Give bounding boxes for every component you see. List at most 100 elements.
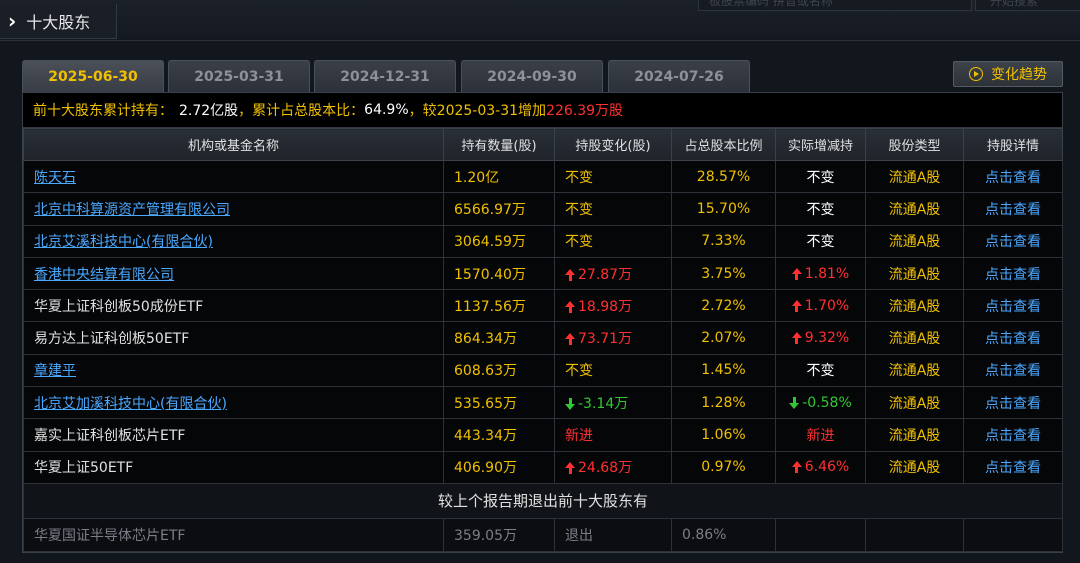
detail-link[interactable]: 点击查看: [963, 256, 1063, 291]
holder-qty: 443.34万: [443, 418, 555, 452]
arrow-up-icon: [791, 332, 802, 345]
table-row: 华夏上证科创板50成份ETF 1137.56万 18.98万 2.72% 1.7…: [23, 289, 1063, 323]
holder-name: 嘉实上证科创板芯片ETF: [23, 418, 444, 452]
col-header-detail[interactable]: 持股详情: [963, 128, 1063, 161]
holder-name[interactable]: 香港中央结算有限公司: [23, 256, 444, 291]
holder-real-change: -0.58%: [775, 386, 866, 420]
holder-name[interactable]: 陈天石: [23, 159, 444, 194]
holder-real-change: 不变: [775, 159, 866, 194]
detail-link[interactable]: 点击查看: [963, 321, 1063, 355]
arrow-down-icon: [789, 396, 800, 409]
arrow-down-icon: [565, 397, 575, 410]
holder-change: 73.71万: [554, 321, 672, 355]
shareholder-table: 机构或基金名称 持有数量(股) 持股变化(股) 占总股本比例 实际增减持 股份类…: [23, 128, 1063, 552]
holder-share-type: 流通A股: [865, 159, 964, 194]
holder-qty: 535.65万: [443, 386, 555, 420]
holder-ratio: 2.72%: [671, 289, 776, 323]
summary-ratio: 64.9%: [364, 102, 409, 118]
holder-name: 华夏上证科创板50成份ETF: [23, 289, 444, 323]
holder-share-type: 流通A股: [865, 353, 964, 388]
col-header-qty[interactable]: 持有数量(股): [443, 128, 555, 161]
detail-link[interactable]: 点击查看: [963, 192, 1063, 226]
arrow-up-icon: [565, 333, 575, 346]
holder-ratio: 28.57%: [671, 159, 776, 194]
table-row: 陈天石 1.20亿 不变 28.57% 不变 流通A股 点击查看: [23, 159, 1063, 194]
holder-name: 易方达上证科创板50ETF: [23, 321, 444, 355]
holder-name[interactable]: 章建平: [23, 353, 444, 388]
exit-section-title: 较上个报告期退出前十大股东有: [23, 482, 1063, 519]
holder-qty: 3064.59万: [443, 224, 555, 258]
col-header-real-change[interactable]: 实际增减持: [775, 128, 866, 161]
col-header-name[interactable]: 机构或基金名称: [23, 128, 444, 161]
holder-share-type: 流通A股: [865, 386, 964, 420]
holder-real-change: 1.70%: [775, 289, 866, 323]
shareholder-panel: 前十大股东累计持有： 2.72亿股 ，累计占总股本比： 64.9% ，较2025…: [22, 92, 1063, 553]
summary-shares: 2.72亿股: [179, 103, 239, 119]
section-tab[interactable]: › 十大股东: [0, 4, 117, 39]
detail-link[interactable]: 点击查看: [963, 353, 1063, 388]
holder-ratio: 2.07%: [671, 321, 776, 355]
holder-qty: 1570.40万: [443, 256, 555, 291]
holder-real-change: 1.81%: [775, 256, 866, 291]
holder-ratio: 7.33%: [671, 224, 776, 258]
holder-change: 18.98万: [554, 289, 672, 323]
arrow-up-icon: [565, 300, 575, 313]
search-button[interactable]: 开始搜索: [975, 0, 1080, 11]
holder-name[interactable]: 北京中科算源资产管理有限公司: [23, 192, 444, 226]
holder-qty: 1.20亿: [443, 159, 555, 194]
search-input[interactable]: 板股票编码 拼音或名称: [698, 0, 972, 11]
arrow-up-icon: [565, 462, 575, 475]
holder-qty: 6566.97万: [443, 192, 555, 226]
holder-share-type: 流通A股: [865, 289, 964, 323]
holder-ratio: 0.97%: [671, 450, 776, 484]
holder-qty: 1137.56万: [443, 289, 555, 323]
tab-2024-12-31[interactable]: 2024-12-31: [314, 60, 456, 93]
holder-change: 不变: [554, 159, 672, 194]
chevron-right-icon: ›: [8, 9, 17, 33]
holder-name[interactable]: 北京艾加溪科技中心(有限合伙): [23, 386, 444, 420]
detail-link[interactable]: 点击查看: [963, 289, 1063, 323]
exit-empty-cell: [865, 517, 964, 552]
arrow-up-icon: [791, 461, 802, 474]
holder-change: 不变: [554, 224, 672, 258]
holder-ratio: 3.75%: [671, 256, 776, 291]
tab-2024-07-26[interactable]: 2024-07-26: [608, 60, 750, 93]
detail-link[interactable]: 点击查看: [963, 159, 1063, 194]
detail-link[interactable]: 点击查看: [963, 450, 1063, 484]
trend-button-label: 变化趋势: [991, 67, 1047, 83]
holder-real-change: 不变: [775, 353, 866, 388]
col-header-change[interactable]: 持股变化(股): [554, 128, 672, 161]
table-row: 北京中科算源资产管理有限公司 6566.97万 不变 15.70% 不变 流通A…: [23, 192, 1063, 226]
holder-qty: 864.34万: [443, 321, 555, 355]
tab-2025-06-30[interactable]: 2025-06-30: [22, 60, 164, 93]
holder-name[interactable]: 北京艾溪科技中心(有限合伙): [23, 224, 444, 258]
trend-button[interactable]: 变化趋势: [953, 61, 1063, 87]
holder-real-change: 6.46%: [775, 450, 866, 484]
arrow-up-icon: [791, 299, 802, 312]
detail-link[interactable]: 点击查看: [963, 418, 1063, 452]
table-header: 机构或基金名称 持有数量(股) 持股变化(股) 占总股本比例 实际增减持 股份类…: [23, 128, 1063, 161]
holder-ratio: 1.06%: [671, 418, 776, 452]
exit-holder-qty: 359.05万: [443, 517, 555, 552]
table-row: 易方达上证科创板50ETF 864.34万 73.71万 2.07% 9.32%…: [23, 321, 1063, 355]
exit-holder-change: 退出: [554, 517, 672, 552]
holder-share-type: 流通A股: [865, 192, 964, 226]
summary-ratio-label: ，累计占总股本比：: [238, 103, 365, 119]
detail-link[interactable]: 点击查看: [963, 224, 1063, 258]
holder-qty: 406.90万: [443, 450, 555, 484]
col-header-ratio[interactable]: 占总股本比例: [671, 128, 776, 161]
holder-change: -3.14万: [554, 386, 672, 420]
holder-change: 27.87万: [554, 256, 672, 291]
holder-share-type: 流通A股: [865, 418, 964, 452]
arrow-up-icon: [791, 267, 802, 280]
exit-section-header: 较上个报告期退出前十大股东有: [23, 482, 1063, 519]
table-row: 北京艾溪科技中心(有限合伙) 3064.59万 不变 7.33% 不变 流通A股…: [23, 224, 1063, 258]
top-bar: › 十大股东 板股票编码 拼音或名称 开始搜索: [0, 0, 1080, 41]
holder-change: 不变: [554, 192, 672, 226]
tab-2025-03-31[interactable]: 2025-03-31: [168, 60, 310, 93]
table-row: 华夏上证50ETF 406.90万 24.68万 0.97% 6.46% 流通A…: [23, 450, 1063, 484]
col-header-share-type[interactable]: 股份类型: [865, 128, 964, 161]
detail-link[interactable]: 点击查看: [963, 386, 1063, 420]
tab-2024-09-30[interactable]: 2024-09-30: [461, 60, 603, 93]
exit-holder-ratio: 0.86%: [671, 517, 776, 552]
